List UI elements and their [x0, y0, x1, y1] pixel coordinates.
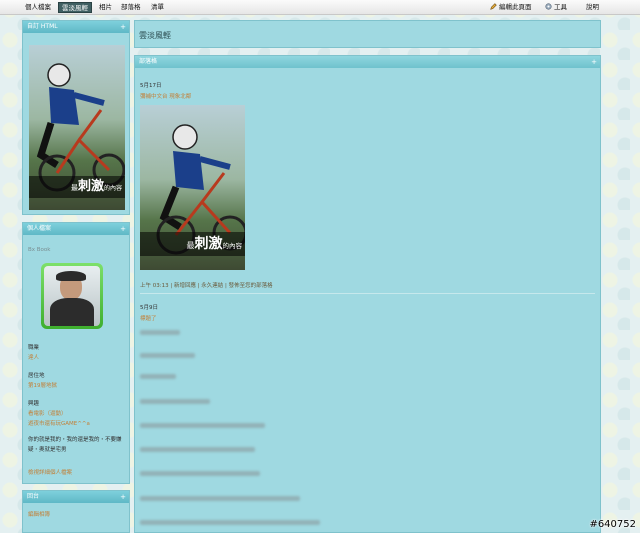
post2-line	[140, 447, 255, 452]
space-title-bar: 雲淡風輕	[134, 20, 601, 48]
blog-panel: 部落格 + 5月17日 彌補中文台 現象北鄰 最刺激的內容 上午 03:13 |…	[134, 55, 601, 533]
occupation-value[interactable]: 達人	[28, 353, 39, 361]
nav-lists[interactable]: 清單	[148, 2, 167, 13]
post1-date: 5月17日	[140, 83, 162, 89]
caption-suffix: 的內容	[103, 185, 122, 192]
help-link[interactable]: 說明	[583, 2, 602, 13]
interests-label: 興趣	[28, 401, 40, 407]
post2-line	[140, 520, 320, 525]
nav-profile[interactable]: 個人檔案	[22, 2, 54, 13]
interests-value-1[interactable]: 看電影（逼動）	[28, 409, 67, 417]
nav-blog[interactable]: 部落格	[118, 2, 144, 13]
pencil-icon	[490, 3, 497, 10]
list-panel-title: 回台	[27, 493, 40, 500]
residence-value[interactable]: 第19層地獄	[28, 381, 57, 389]
gear-icon	[545, 3, 552, 10]
custom-html-panel-header: 自訂 HTML +	[23, 21, 129, 33]
custom-html-panel: 自訂 HTML + 最刺激的內容	[22, 20, 130, 215]
post2-line	[140, 399, 210, 404]
post2-line	[140, 496, 300, 501]
caption-big-text: 刺激	[77, 179, 104, 194]
edit-page-button[interactable]: 編輯此頁面	[487, 2, 535, 13]
post1-footer[interactable]: 上午 03:13 | 新增回應 | 永久連結 | 發佈至您的部落格	[140, 281, 273, 289]
top-navigation: 個人檔案 雲淡風輕 相片 部落格 清單 編輯此頁面 工具 說明	[0, 0, 640, 15]
profile-panel-title: 個人檔案	[27, 225, 52, 232]
profile-panel-header: 個人檔案 +	[23, 223, 129, 235]
post1-image[interactable]: 最刺激的內容	[140, 105, 245, 270]
post1-title[interactable]: 彌補中文台 現象北鄰	[140, 92, 191, 100]
caption-prefix: 最	[70, 184, 78, 192]
main-column: 雲淡風輕 部落格 + 5月17日 彌補中文台 現象北鄰 最刺激的內容 上午 03…	[134, 20, 601, 533]
profile-panel: 個人檔案 + Bx Book 職業 達人 居住地 第19層地獄 興趣 看電影（逼…	[22, 222, 130, 484]
occupation-label: 職業	[28, 345, 40, 351]
caption-suffix: 的內容	[222, 242, 243, 250]
banner-caption: 最刺激的內容	[29, 176, 125, 198]
residence-label: 居住地	[28, 373, 45, 379]
interests-value-2[interactable]: 遊夜市還有玩GAME^^a	[28, 419, 90, 427]
space-title: 雲淡風輕	[139, 31, 171, 40]
post-divider	[140, 293, 595, 294]
list-panel-header: 回台 +	[23, 491, 129, 503]
custom-html-title: 自訂 HTML	[27, 23, 58, 30]
tools-label: 工具	[554, 3, 567, 11]
post2-line	[140, 471, 260, 476]
post1-image-caption: 最刺激的內容	[140, 232, 245, 256]
watermark: #640752	[589, 519, 636, 530]
edit-album-link[interactable]: 編輯相簿	[28, 510, 50, 518]
avatar-photo	[44, 266, 100, 326]
blog-panel-title[interactable]: 部落格	[139, 58, 157, 65]
expand-icon[interactable]: +	[120, 491, 126, 503]
edit-page-label: 編輯此頁面	[499, 3, 532, 11]
caption-prefix: 最	[186, 241, 195, 250]
nav-photos[interactable]: 相片	[96, 2, 115, 13]
view-full-profile-link[interactable]: 檢視詳細個人檔案	[28, 468, 72, 476]
expand-icon[interactable]: +	[120, 21, 126, 33]
post2-line	[140, 330, 180, 335]
bmx-banner-image[interactable]: 最刺激的內容	[29, 45, 125, 210]
post2-line	[140, 353, 195, 358]
caption-big-text: 刺激	[194, 236, 223, 252]
tools-menu[interactable]: 工具	[542, 2, 570, 13]
post2-line	[140, 423, 265, 428]
nav-space-home[interactable]: 雲淡風輕	[58, 2, 92, 13]
profile-quote: 你的就是我的・我的還是我的・不要嫌疑・奧就是宅男	[28, 437, 122, 453]
avatar[interactable]	[41, 263, 103, 329]
profile-name: Bx Book	[28, 247, 51, 253]
post2-line	[140, 374, 176, 379]
expand-icon[interactable]: +	[591, 56, 597, 68]
expand-icon[interactable]: +	[120, 223, 126, 235]
post2-date: 5月9日	[140, 305, 158, 311]
list-panel: 回台 + 編輯相簿	[22, 490, 130, 533]
blog-panel-header: 部落格 +	[135, 56, 600, 68]
post2-title[interactable]: 標題了	[140, 314, 157, 322]
